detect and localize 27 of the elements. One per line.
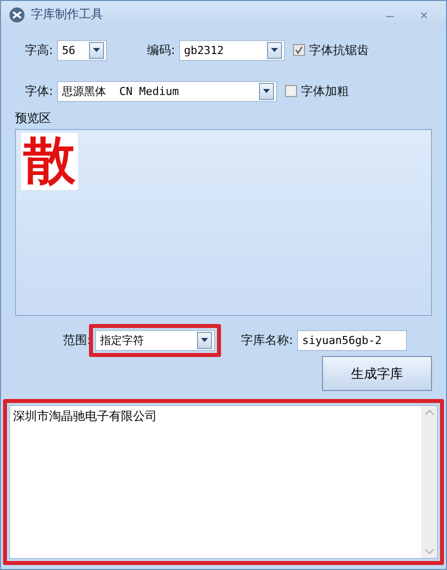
library-name-field[interactable]: siyuan56gb-2 [297, 330, 408, 350]
checkmark-icon [295, 46, 304, 54]
bold-label: 字体加粗 [301, 82, 349, 100]
dropdown-arrow-icon [93, 48, 100, 52]
height-dropdown[interactable]: 56 [57, 40, 107, 60]
antialias-label: 字体抗锯齿 [309, 42, 370, 58]
preview-label: 预览区 [15, 110, 52, 127]
dropdown-arrow-icon [263, 89, 270, 93]
window-title: 字库制作工具 [31, 6, 104, 23]
generate-button[interactable]: 生成字库 [322, 356, 432, 391]
font-dropdown[interactable]: 思源黑体 CN Medium [57, 80, 277, 102]
characters-text: 深圳市淘晶驰电子有限公司 [12, 408, 158, 425]
library-name-label: 字库名称: [241, 332, 294, 348]
encoding-dropdown[interactable]: gb2312 [179, 40, 286, 60]
preview-glyph: 散 [21, 133, 78, 190]
encoding-label: 编码: [147, 42, 176, 58]
height-label: 字高: [24, 42, 53, 58]
scroll-down-icon[interactable] [424, 549, 434, 554]
antialias-checkbox[interactable] [293, 44, 306, 56]
range-dropdown[interactable]: 指定字符 [95, 330, 216, 350]
scrollbar[interactable] [421, 406, 437, 558]
bold-checkbox[interactable] [285, 85, 297, 97]
app-logo-icon [9, 6, 25, 22]
font-label: 字体: [24, 82, 53, 100]
dropdown-arrow-icon [271, 48, 278, 52]
scroll-up-icon[interactable] [424, 410, 434, 415]
dropdown-arrow-icon [201, 338, 208, 342]
